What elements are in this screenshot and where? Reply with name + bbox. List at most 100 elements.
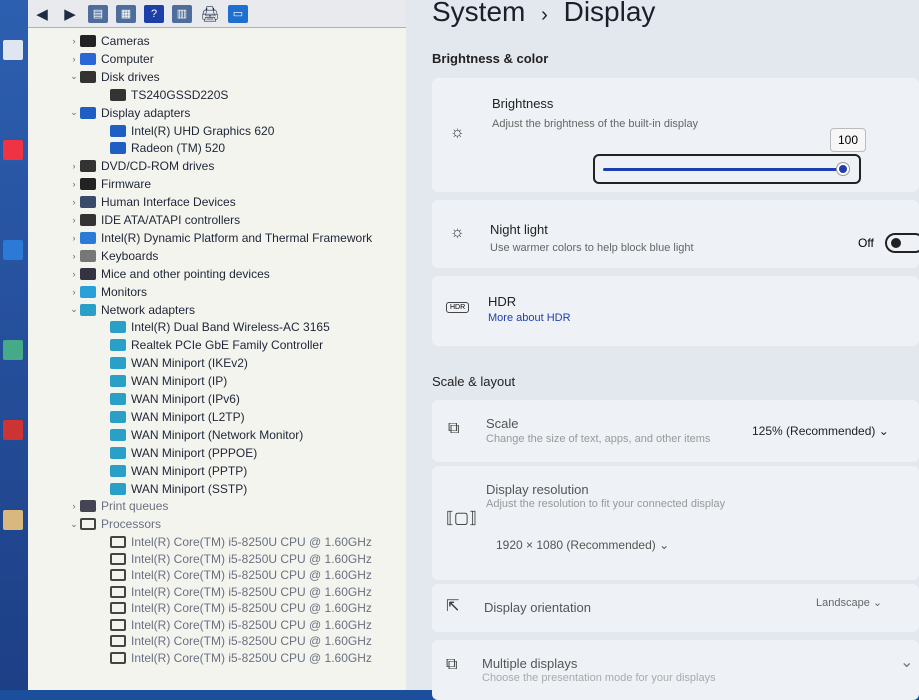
expand-chevron-icon[interactable]: › bbox=[68, 269, 80, 279]
expand-chevron-icon[interactable]: › bbox=[68, 197, 80, 207]
collapse-chevron-icon[interactable]: ⌄ bbox=[68, 519, 80, 530]
tree-item[interactable]: › Intel(R) Dynamic Platform and Thermal F… bbox=[68, 229, 373, 247]
network-icon bbox=[110, 446, 126, 459]
tree-item[interactable]: › Print queues bbox=[68, 497, 169, 515]
tree-item[interactable]: Intel(R) Core(TM) i5-8250U CPU @ 1.60GHz bbox=[98, 566, 372, 584]
orientation-dropdown[interactable]: Landscape ⌄ bbox=[816, 596, 882, 609]
chevron-down-icon[interactable]: ⌄ bbox=[900, 652, 913, 672]
tree-item[interactable]: Intel(R) Core(TM) i5-8250U CPU @ 1.60GHz bbox=[98, 583, 372, 601]
expand-chevron-icon[interactable]: › bbox=[68, 287, 80, 297]
tree-item[interactable]: WAN Miniport (IKEv2) bbox=[98, 354, 248, 372]
tree-item[interactable]: Intel(R) Dual Band Wireless-AC 3165 bbox=[98, 318, 330, 336]
tree-item[interactable]: WAN Miniport (IPv6) bbox=[98, 390, 240, 408]
tree-item[interactable]: › Keyboards bbox=[68, 247, 159, 265]
folder-shortcut-icon[interactable] bbox=[3, 510, 23, 530]
monitor-icon[interactable]: ▭ bbox=[228, 4, 248, 23]
tree-item[interactable]: Realtek PCIe GbE Family Controller bbox=[98, 336, 323, 354]
chevron-down-icon: ⌄ bbox=[878, 424, 889, 438]
tree-item-label: WAN Miniport (IP) bbox=[131, 374, 228, 389]
shortcut-icon[interactable] bbox=[3, 340, 23, 360]
network-icon bbox=[110, 410, 126, 423]
display-icon bbox=[110, 124, 126, 137]
printer-icon bbox=[80, 500, 96, 513]
night-light-card[interactable]: ☼ Night light Use warmer colors to help … bbox=[432, 200, 919, 268]
tree-item[interactable]: Intel(R) Core(TM) i5-8250U CPU @ 1.60GHz bbox=[98, 533, 372, 551]
tree-item[interactable]: Intel(R) Core(TM) i5-8250U CPU @ 1.60GHz bbox=[98, 632, 372, 650]
tree-item-label: WAN Miniport (Network Monitor) bbox=[131, 427, 304, 442]
tree-item[interactable]: Intel(R) Core(TM) i5-8250U CPU @ 1.60GHz bbox=[98, 616, 372, 634]
expand-chevron-icon[interactable]: › bbox=[68, 501, 80, 511]
expand-chevron-icon[interactable]: › bbox=[68, 161, 80, 171]
tree-item[interactable]: Intel(R) Core(TM) i5-8250U CPU @ 1.60GHz bbox=[98, 599, 372, 617]
view-icon[interactable]: ▥ bbox=[172, 4, 192, 23]
tree-item[interactable]: ⌄ Display adapters bbox=[68, 104, 190, 122]
tree-item[interactable]: Radeon (TM) 520 bbox=[98, 139, 225, 157]
expand-chevron-icon[interactable]: › bbox=[68, 179, 80, 189]
night-light-toggle[interactable] bbox=[885, 233, 919, 253]
help-icon[interactable]: ? bbox=[144, 4, 164, 23]
hdr-card[interactable]: HDR HDR More about HDR bbox=[432, 276, 919, 346]
tree-item[interactable]: › Cameras bbox=[68, 32, 150, 50]
camera-icon bbox=[80, 35, 96, 47]
forward-icon[interactable]: ▶ bbox=[60, 5, 80, 23]
tree-item[interactable]: › Firmware bbox=[68, 175, 152, 193]
tree-item[interactable]: ⌄ Disk drives bbox=[68, 68, 159, 86]
tree-item[interactable]: › DVD/CD-ROM drives bbox=[68, 157, 215, 175]
tree-item[interactable]: Intel(R) UHD Graphics 620 bbox=[98, 122, 274, 140]
tree-item[interactable]: › Mice and other pointing devices bbox=[68, 265, 270, 283]
collapse-chevron-icon[interactable]: ⌄ bbox=[68, 71, 80, 82]
tree-item-label: Intel(R) Core(TM) i5-8250U CPU @ 1.60GHz bbox=[131, 634, 372, 649]
back-icon[interactable]: ◀ bbox=[32, 5, 52, 23]
tree-item[interactable]: Intel(R) Core(TM) i5-8250U CPU @ 1.60GHz bbox=[98, 649, 372, 667]
tree-item[interactable]: ⌄ Processors bbox=[68, 515, 161, 533]
tree-item[interactable]: WAN Miniport (IP) bbox=[98, 372, 227, 390]
tree-item[interactable]: ⌄ Network adapters bbox=[68, 301, 195, 319]
breadcrumb-parent[interactable]: System bbox=[432, 0, 525, 27]
slider-thumb[interactable] bbox=[837, 163, 849, 175]
tree-item-label: Processors bbox=[101, 517, 162, 532]
tree-item-label: Intel(R) Core(TM) i5-8250U CPU @ 1.60GHz bbox=[131, 568, 372, 583]
properties-icon[interactable]: ▤ bbox=[88, 4, 108, 23]
hid-icon bbox=[80, 196, 96, 209]
expand-chevron-icon[interactable]: › bbox=[68, 54, 80, 64]
monitor-icon bbox=[80, 285, 96, 298]
tree-item[interactable]: WAN Miniport (SSTP) bbox=[98, 480, 247, 498]
multiple-displays-card[interactable]: ⧉ Multiple displays Choose the presentat… bbox=[432, 640, 919, 700]
collapse-chevron-icon[interactable]: ⌄ bbox=[68, 304, 80, 315]
edge-shortcut-icon[interactable] bbox=[3, 240, 23, 260]
scan-hardware-icon[interactable]: 🖨 bbox=[200, 5, 220, 23]
tree-item[interactable]: › Monitors bbox=[68, 283, 148, 301]
chrome-shortcut-icon[interactable] bbox=[3, 140, 23, 160]
update-driver-icon[interactable]: ▦ bbox=[116, 4, 136, 23]
scale-dropdown[interactable]: 125% (Recommended) ⌄ bbox=[752, 424, 889, 438]
tree-item[interactable]: Intel(R) Core(TM) i5-8250U CPU @ 1.60GHz bbox=[98, 550, 372, 568]
tree-item[interactable]: › Computer bbox=[68, 50, 154, 68]
expand-chevron-icon[interactable]: › bbox=[68, 251, 80, 261]
tree-item[interactable]: WAN Miniport (PPTP) bbox=[98, 462, 247, 480]
scale-value: 125% (Recommended) bbox=[752, 424, 876, 438]
expand-chevron-icon[interactable]: › bbox=[68, 215, 80, 225]
tree-item[interactable]: WAN Miniport (Network Monitor) bbox=[98, 426, 303, 444]
tree-item-label: WAN Miniport (PPTP) bbox=[131, 463, 248, 478]
resolution-card: ⟦▢⟧ Display resolution Adjust the resolu… bbox=[432, 466, 919, 580]
tree-item[interactable]: › Human Interface Devices bbox=[68, 193, 236, 211]
tree-item-label: WAN Miniport (IPv6) bbox=[131, 392, 240, 406]
expand-chevron-icon[interactable]: › bbox=[68, 233, 80, 243]
tree-item-label: Network adapters bbox=[101, 302, 196, 317]
tree-item[interactable]: WAN Miniport (PPPOE) bbox=[98, 444, 257, 462]
firmware-icon bbox=[80, 178, 96, 191]
breadcrumb-separator: › bbox=[541, 4, 548, 26]
hdr-link[interactable]: More about HDR bbox=[488, 312, 571, 324]
resolution-desc: Adjust the resolution to fit your connec… bbox=[486, 498, 726, 510]
desktop-shortcut-icon[interactable] bbox=[3, 40, 23, 60]
night-light-state: Off bbox=[858, 236, 874, 250]
tree-item[interactable]: WAN Miniport (L2TP) bbox=[98, 408, 245, 426]
scale-title: Scale bbox=[486, 416, 519, 431]
collapse-chevron-icon[interactable]: ⌄ bbox=[68, 107, 80, 118]
winrar-shortcut-icon[interactable] bbox=[3, 420, 23, 440]
expand-chevron-icon[interactable]: › bbox=[68, 36, 80, 46]
tree-item[interactable]: TS240GSSD220S bbox=[98, 86, 228, 104]
resolution-dropdown[interactable]: 1920 × 1080 (Recommended) ⌄ bbox=[496, 538, 669, 552]
brightness-slider[interactable] bbox=[593, 154, 861, 184]
tree-item[interactable]: › IDE ATA/ATAPI controllers bbox=[68, 211, 241, 229]
